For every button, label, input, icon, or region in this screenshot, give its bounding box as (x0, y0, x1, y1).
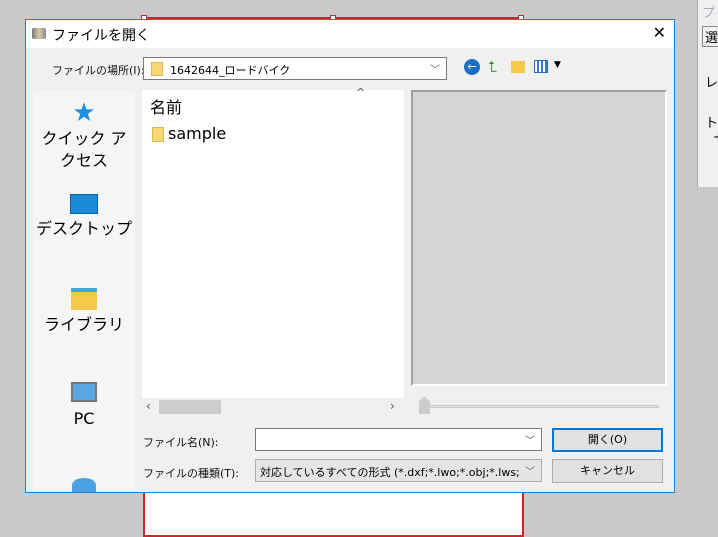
pc-icon (71, 382, 97, 402)
filetype-select[interactable]: 対応しているすべての形式 (*.dxf;*.lwo;*.obj;*.lws;*.… (255, 459, 542, 482)
scroll-left-icon[interactable]: ‹ (146, 399, 151, 413)
panel-tab[interactable]: 選 (702, 26, 718, 47)
scroll-right-icon[interactable]: › (390, 399, 395, 413)
panel-label: ト (705, 116, 718, 131)
chevron-down-icon: ﹀ (430, 65, 440, 76)
sort-up-icon: ^ (356, 86, 366, 99)
property-panel: プ 選 レ ト + (697, 0, 718, 187)
back-icon[interactable]: ← (464, 59, 480, 75)
new-folder-icon[interactable] (511, 61, 525, 73)
location-label: ファイルの場所(I): (52, 64, 145, 77)
preview-pane (411, 90, 667, 386)
place-desktop[interactable]: デスクトップ (33, 194, 135, 240)
filename-input[interactable]: ﹀ (255, 428, 542, 451)
location-combo[interactable]: 1642644_ロードバイク ﹀ (143, 57, 447, 80)
column-header-name[interactable]: 名前 (150, 94, 182, 118)
cancel-button[interactable]: キャンセル (552, 459, 663, 483)
file-list[interactable]: 名前 ^ sample (142, 86, 404, 408)
folder-icon (151, 62, 163, 76)
scroll-thumb[interactable] (159, 400, 221, 414)
chevron-down-icon[interactable]: ﹀ (525, 432, 535, 447)
place-pc[interactable]: PC (33, 382, 135, 430)
place-network[interactable] (33, 478, 135, 492)
location-value: 1642644_ロードバイク (170, 64, 291, 77)
network-icon (72, 478, 96, 492)
star-icon: ★ (72, 98, 96, 128)
filename-label: ファイル名(N): (143, 436, 219, 449)
title-bar[interactable]: ファイルを開く ✕ (26, 20, 674, 48)
view-menu-icon[interactable] (534, 60, 548, 73)
panel-label: レ (705, 76, 718, 91)
filetype-label: ファイルの種類(T): (143, 467, 240, 480)
horizontal-scrollbar[interactable]: ‹ › (142, 398, 404, 416)
preview-slider[interactable] (421, 405, 659, 408)
dialog-title: ファイルを開く (52, 28, 150, 44)
slider-thumb[interactable] (419, 396, 430, 414)
list-item[interactable]: sample (152, 124, 272, 146)
places-bar: ★ クイック アクセス デスクトップ ライブラリ PC (33, 90, 135, 492)
panel-title: プ (702, 6, 716, 21)
caret-down-icon[interactable]: ▼ (554, 60, 561, 70)
desktop-icon (70, 194, 98, 214)
library-icon (71, 288, 97, 310)
up-folder-icon[interactable]: ⮤ (488, 58, 497, 76)
panel-expand[interactable]: + (713, 130, 718, 145)
close-button[interactable]: ✕ (653, 23, 666, 42)
place-quick-access[interactable]: ★ クイック アクセス (33, 98, 135, 172)
folder-icon (152, 127, 164, 142)
chevron-down-icon[interactable]: ﹀ (525, 463, 535, 478)
open-button[interactable]: 開く(O) (552, 428, 663, 452)
place-library[interactable]: ライブラリ (33, 288, 135, 336)
open-file-dialog: ファイルを開く ✕ ファイルの場所(I): 1642644_ロードバイク ﹀ ←… (25, 19, 675, 493)
app-icon (32, 28, 46, 39)
